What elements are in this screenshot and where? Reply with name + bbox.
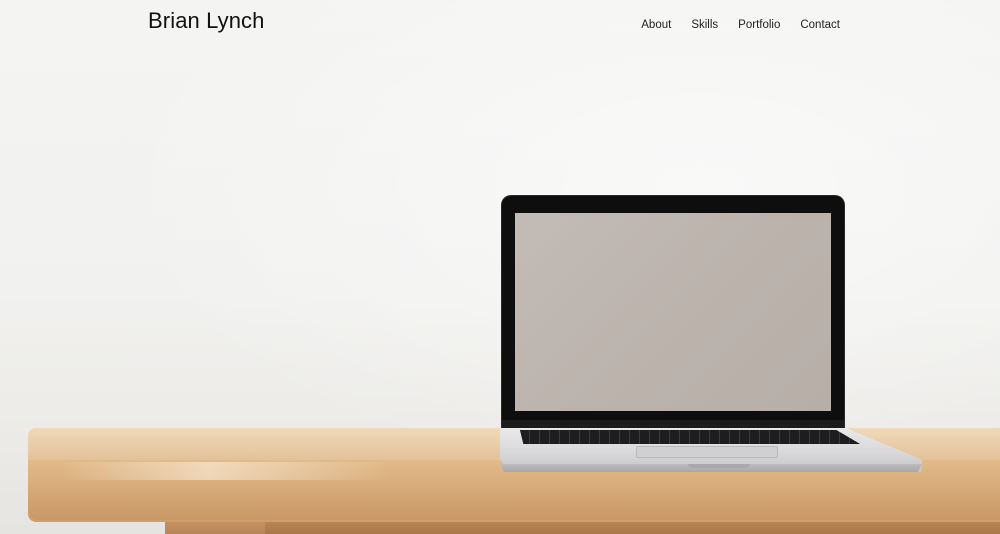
laptop-trackpad — [636, 446, 778, 458]
nav-link-contact[interactable]: Contact — [800, 19, 840, 31]
nav-item-contact: Contact — [800, 15, 840, 33]
navbar: Brian Lynch About Skills Portfolio Conta… — [0, 0, 1000, 44]
laptop-keyboard — [520, 430, 860, 444]
nav-link-portfolio[interactable]: Portfolio — [738, 19, 780, 31]
nav-item-about: About — [641, 15, 671, 33]
nav-menu: About Skills Portfolio Contact — [621, 15, 840, 33]
nav-item-portfolio: Portfolio — [738, 15, 780, 33]
laptop-screen — [515, 213, 831, 411]
hero-image — [0, 0, 1000, 534]
laptop-front-notch — [688, 464, 750, 468]
table-underside — [265, 520, 1000, 534]
table-light-reflection — [60, 462, 390, 480]
nav-item-skills: Skills — [691, 15, 718, 33]
brand-logo-link[interactable]: Brian Lynch — [148, 8, 264, 34]
nav-link-skills[interactable]: Skills — [691, 19, 718, 31]
nav-link-about[interactable]: About — [641, 19, 671, 31]
